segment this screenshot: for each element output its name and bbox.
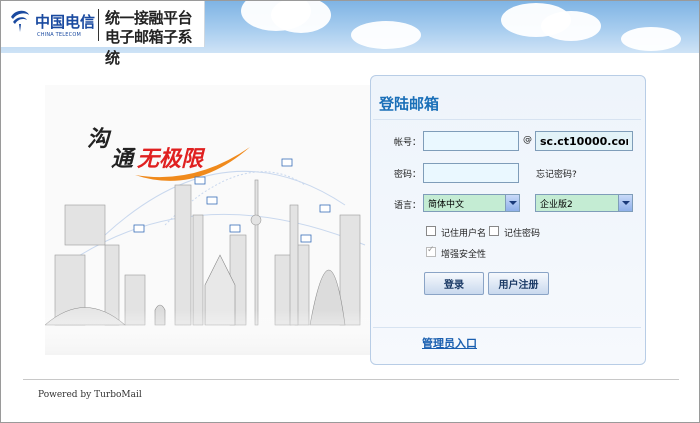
- footer-divider: [23, 379, 679, 380]
- language-selected-value: 简体中文: [428, 200, 465, 210]
- password-input[interactable]: [423, 163, 519, 183]
- admin-entry-link[interactable]: 管理员入口: [422, 335, 477, 351]
- slogan-char-1: 沟: [87, 126, 110, 152]
- at-sign: @: [523, 135, 532, 145]
- edition-select[interactable]: 企业版2: [535, 194, 633, 212]
- brand-english: CHINA TELECOM: [37, 32, 81, 38]
- enhanced-security-label: 增强安全性: [441, 250, 487, 260]
- account-label: 帐号：: [394, 138, 422, 148]
- register-button[interactable]: 用户注册: [488, 272, 549, 295]
- logo-area: 中国电信 CHINA TELECOM 统一接融平台 电子邮箱子系统: [1, 1, 205, 67]
- chevron-down-icon[interactable]: [618, 195, 632, 211]
- remember-password-checkbox[interactable]: [489, 226, 499, 236]
- cloud-decoration: [621, 27, 681, 51]
- forgot-password-link[interactable]: 忘记密码?: [536, 167, 577, 180]
- cloud-decoration: [271, 1, 331, 33]
- title-divider: [373, 119, 641, 120]
- remember-user-checkbox[interactable]: [426, 226, 436, 236]
- domain-input[interactable]: [535, 131, 633, 151]
- account-input[interactable]: [423, 131, 519, 151]
- system-title-line2: 电子邮箱子系统: [105, 28, 193, 67]
- login-page: 中国电信 CHINA TELECOM 统一接融平台 电子邮箱子系统 沟 通 无极…: [0, 0, 700, 423]
- language-select[interactable]: 简体中文: [423, 194, 520, 212]
- remember-user-label: 记住用户名: [441, 229, 487, 239]
- brand-name: 中国电信: [35, 13, 96, 31]
- enhanced-security-checkbox[interactable]: [426, 245, 436, 257]
- china-telecom-logo-icon: [11, 10, 29, 32]
- password-label: 密码：: [394, 170, 422, 180]
- slogan-highlight: 无极限: [137, 146, 204, 172]
- remember-password-label: 记住密码: [504, 229, 541, 239]
- system-title-line1: 统一接融平台: [105, 9, 193, 27]
- powered-by-text: Powered by TurboMail: [38, 390, 142, 400]
- login-title: 登陆邮箱: [379, 95, 440, 113]
- header-banner: 中国电信 CHINA TELECOM 统一接融平台 电子邮箱子系统: [1, 1, 699, 67]
- login-button[interactable]: 登录: [424, 272, 484, 295]
- logo-divider: [98, 9, 99, 41]
- edition-selected-value: 企业版2: [540, 200, 573, 210]
- language-label: 语言：: [394, 201, 422, 211]
- chevron-down-icon[interactable]: [505, 195, 519, 211]
- cloud-decoration: [541, 11, 601, 41]
- admin-divider: [373, 327, 641, 328]
- cloud-decoration: [351, 21, 421, 49]
- slogan-char-2: 通: [111, 146, 134, 172]
